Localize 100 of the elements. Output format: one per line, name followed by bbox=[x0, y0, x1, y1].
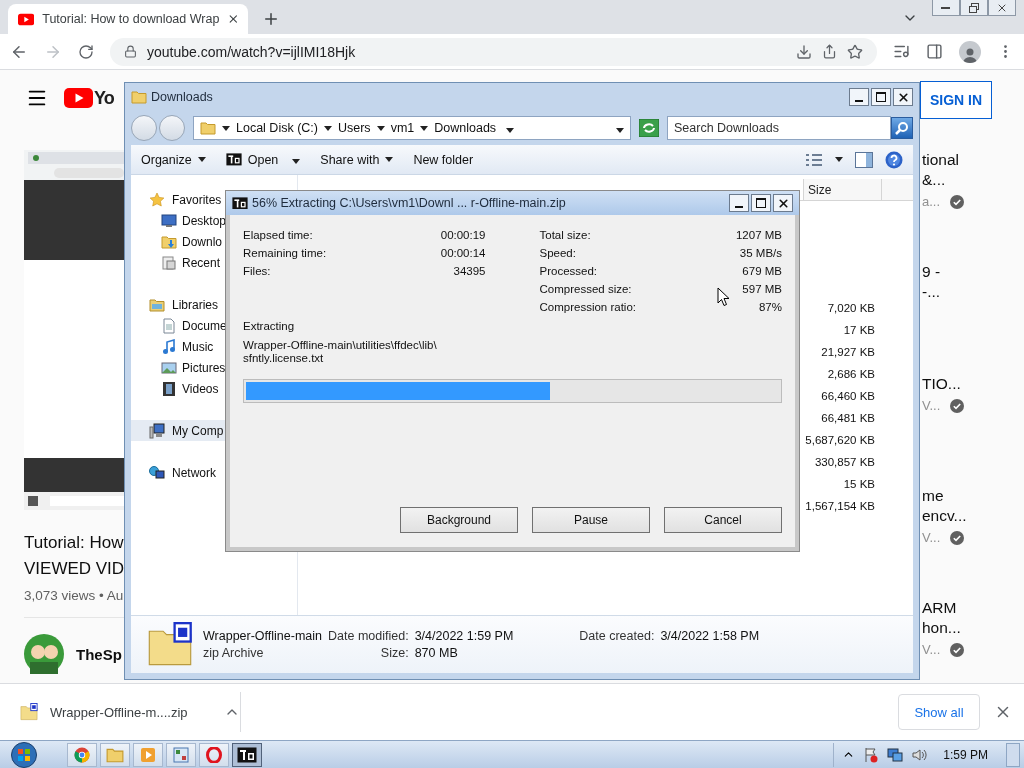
new-tab-icon[interactable] bbox=[262, 10, 280, 28]
recommendation-title[interactable]: &... bbox=[922, 170, 1014, 190]
maximize-icon bbox=[756, 198, 766, 208]
file-size: 66,481 KB bbox=[821, 411, 875, 426]
dialog-button[interactable]: Cancel bbox=[664, 507, 782, 533]
recommendation-title[interactable]: encv... bbox=[922, 506, 1014, 526]
volume-icon[interactable] bbox=[911, 746, 928, 763]
person-icon bbox=[963, 46, 977, 63]
media-control-icon[interactable] bbox=[893, 43, 910, 60]
caret-icon bbox=[197, 157, 206, 162]
show-all-button[interactable]: Show all bbox=[898, 694, 980, 730]
refresh-icon[interactable] bbox=[639, 119, 659, 137]
recommendation-title[interactable]: hon... bbox=[922, 618, 1014, 638]
reload-icon[interactable] bbox=[78, 43, 94, 60]
video-site-icon bbox=[18, 12, 35, 26]
video-title: Tutorial: How bbox=[24, 532, 124, 554]
download-folder-icon bbox=[161, 233, 177, 250]
film-icon bbox=[161, 380, 177, 397]
lock-icon bbox=[124, 45, 137, 58]
address-field[interactable]: youtube.com/watch?v=ijlIMI18Hjk bbox=[110, 37, 877, 66]
sign-in-button[interactable]: SIGN IN bbox=[920, 81, 992, 119]
close-button[interactable] bbox=[988, 0, 1016, 16]
stat-value: 679 MB bbox=[741, 265, 782, 277]
network-icon[interactable] bbox=[887, 746, 904, 763]
recommendation-title[interactable]: ARM bbox=[922, 598, 1014, 618]
computer-icon bbox=[149, 422, 165, 439]
dialog-button[interactable]: Pause bbox=[532, 507, 650, 533]
restore-button[interactable] bbox=[960, 0, 988, 16]
profile-avatar[interactable] bbox=[959, 40, 981, 63]
window-title: Downloads bbox=[151, 90, 213, 104]
bookmark-star-icon[interactable] bbox=[847, 43, 863, 60]
library-icon bbox=[149, 296, 165, 313]
maximize-button[interactable] bbox=[871, 88, 891, 106]
recommendation-title[interactable]: TIO... bbox=[922, 374, 1014, 394]
stat-label: Files: bbox=[243, 265, 272, 277]
caret-icon bbox=[420, 125, 429, 131]
view-list-icon[interactable] bbox=[805, 152, 823, 167]
downloads-folder-icon bbox=[200, 120, 216, 136]
caret-icon bbox=[222, 125, 230, 131]
search-button[interactable] bbox=[891, 117, 913, 139]
column-header[interactable]: Size bbox=[803, 179, 881, 200]
nav-item[interactable]: Desktop bbox=[131, 210, 297, 231]
minimize-button[interactable] bbox=[729, 194, 749, 212]
close-button[interactable] bbox=[773, 194, 793, 212]
download-file-name[interactable]: Wrapper-Offline-m....zip bbox=[50, 704, 212, 720]
toolbar-menu-button[interactable]: Organize bbox=[141, 152, 206, 167]
zip-folder-icon bbox=[147, 621, 193, 668]
recommendation-title[interactable]: 9 - bbox=[922, 262, 1014, 282]
breadcrumb-item[interactable]: vm1 bbox=[390, 121, 415, 135]
stat-label: Remaining time: bbox=[243, 247, 328, 259]
caret-icon bbox=[385, 157, 394, 162]
breadcrumb-item[interactable]: Downloads bbox=[434, 121, 497, 135]
share-icon[interactable] bbox=[822, 44, 837, 59]
star-icon bbox=[149, 191, 165, 208]
help-icon[interactable] bbox=[885, 150, 903, 169]
music-note-icon bbox=[161, 338, 177, 355]
toolbar-menu-button[interactable]: Share with bbox=[320, 152, 394, 167]
caret-icon bbox=[835, 157, 843, 162]
browser-tab[interactable]: Tutorial: How to download Wrap bbox=[8, 4, 248, 34]
taskbar-button[interactable] bbox=[232, 742, 262, 767]
channel-name: V... bbox=[922, 530, 941, 545]
archiver-icon bbox=[225, 153, 242, 166]
nav-item[interactable]: Network bbox=[131, 462, 297, 483]
channel-name: V... bbox=[922, 642, 941, 657]
recommendation-title[interactable]: tional bbox=[922, 150, 1014, 170]
search-icon bbox=[895, 121, 909, 135]
preview-pane-icon[interactable] bbox=[855, 151, 873, 168]
close-button[interactable] bbox=[893, 88, 913, 106]
flag-icon[interactable] bbox=[863, 746, 880, 763]
channel-name: a... bbox=[922, 194, 941, 209]
media-player-icon bbox=[140, 746, 156, 763]
channel-name[interactable]: TheSp bbox=[76, 645, 122, 663]
close-icon[interactable] bbox=[227, 12, 240, 26]
dialog-button[interactable]: Background bbox=[400, 507, 518, 533]
recommendation-title[interactable]: me bbox=[922, 486, 1014, 506]
minimize-button[interactable] bbox=[849, 88, 869, 106]
maximize-button[interactable] bbox=[751, 194, 771, 212]
nav-item[interactable]: Libraries bbox=[131, 294, 297, 315]
recommendation-title[interactable]: -... bbox=[922, 282, 1014, 302]
nav-item[interactable]: Videos bbox=[131, 378, 297, 399]
side-panel-icon[interactable] bbox=[926, 43, 943, 60]
minimize-button[interactable] bbox=[932, 0, 960, 16]
breadcrumb-item[interactable]: Local Disk (C:) bbox=[236, 121, 318, 135]
breadcrumb-item[interactable]: Users bbox=[337, 121, 371, 135]
windows-logo-icon bbox=[11, 741, 37, 768]
detail-value: 3/4/2022 1:59 PM bbox=[414, 629, 514, 643]
file-size: 66,460 KB bbox=[821, 389, 875, 404]
file-size: 17 KB bbox=[843, 323, 875, 338]
toolbar-button[interactable]: New folder bbox=[413, 152, 474, 167]
archiver-icon bbox=[232, 196, 248, 210]
zip-file-icon bbox=[20, 703, 38, 721]
file-size: 330,857 KB bbox=[814, 455, 875, 470]
stat-value: 597 MB bbox=[741, 283, 782, 295]
open-menu-button[interactable]: Open bbox=[225, 152, 301, 167]
stat-label: Speed: bbox=[539, 247, 577, 259]
search-field[interactable]: Search Downloads bbox=[667, 116, 891, 140]
opera-icon bbox=[206, 746, 222, 763]
address-field[interactable]: Local Disk (C:) Users vm1 Downloads bbox=[193, 116, 631, 140]
clock[interactable]: 1:59 PM bbox=[943, 747, 988, 762]
install-icon[interactable] bbox=[796, 43, 812, 60]
